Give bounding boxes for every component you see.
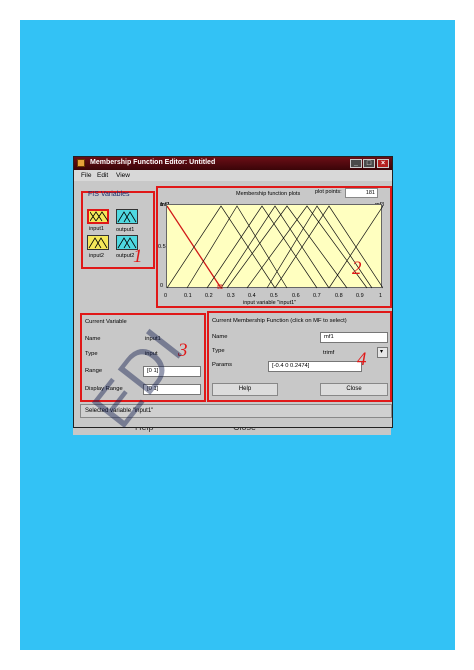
cv-type-label: Type xyxy=(85,351,98,357)
menu-file[interactable]: File xyxy=(81,172,91,179)
x-tick-0: 0 xyxy=(164,293,168,299)
mf-name-input[interactable]: mf1 xyxy=(320,332,388,343)
plot-xlabel: input variable "input1" xyxy=(243,300,297,306)
mf-type-value[interactable]: trimf xyxy=(323,350,334,356)
mf-type-label: Type xyxy=(212,348,225,354)
y-tick-1: 1 xyxy=(160,202,164,208)
plot-points-input[interactable]: 181 xyxy=(345,188,378,198)
x-tick-1: 1 xyxy=(379,293,383,299)
menu-bar: File Edit View xyxy=(74,170,392,181)
membership-function-plot[interactable] xyxy=(166,204,384,290)
plot-title: Membership function plots xyxy=(236,191,301,197)
input1-variable-icon[interactable] xyxy=(87,209,109,224)
mf-type-dropdown-arrow-icon[interactable]: ▾ xyxy=(377,347,388,358)
x-tick-0.2: 0.2 xyxy=(205,293,213,299)
x-tick-0.1: 0.1 xyxy=(184,293,192,299)
x-tick-0.6: 0.6 xyxy=(292,293,300,299)
input1-label: input1 xyxy=(89,226,104,232)
x-tick-0.4: 0.4 xyxy=(248,293,256,299)
mf-curves[interactable] xyxy=(166,205,384,290)
mf-params-label: Params xyxy=(212,362,232,368)
annotation-1: 1 xyxy=(133,246,143,267)
x-tick-0.5: 0.5 xyxy=(270,293,278,299)
window-title: Membership Function Editor: Untitled xyxy=(90,159,216,166)
fis-variables-title: FIS Variables xyxy=(88,191,130,198)
title-bar: Membership Function Editor: Untitled _ □… xyxy=(74,157,392,170)
help-button[interactable]: Help xyxy=(212,383,278,396)
input2-label: input2 xyxy=(89,253,104,259)
close-window-button[interactable]: × xyxy=(377,159,389,168)
current-variable-title: Current Variable xyxy=(85,319,127,325)
mf-params-input[interactable]: [-0.4 0 0.2474] xyxy=(268,361,362,372)
menu-view[interactable]: View xyxy=(116,172,130,179)
minimize-button[interactable]: _ xyxy=(350,159,362,168)
close-button[interactable]: Close xyxy=(320,383,388,396)
output1-variable-icon[interactable] xyxy=(116,209,138,224)
x-tick-0.9: 0.9 xyxy=(356,293,364,299)
y-tick-0.5: 0.5 xyxy=(158,244,166,250)
x-tick-0.3: 0.3 xyxy=(227,293,235,299)
x-tick-0.7: 0.7 xyxy=(313,293,321,299)
annotation-4: 4 xyxy=(357,349,367,370)
cv-name-label: Name xyxy=(85,336,101,342)
menu-edit[interactable]: Edit xyxy=(97,172,108,179)
output2-label: output2 xyxy=(116,253,135,259)
maximize-button[interactable]: □ xyxy=(363,159,375,168)
input2-variable-icon[interactable] xyxy=(87,235,109,250)
mf-name-label: Name xyxy=(212,334,228,340)
output1-label: output1 xyxy=(116,227,135,233)
matlab-app-icon xyxy=(77,159,85,167)
y-tick-0: 0 xyxy=(160,283,164,289)
annotation-2: 2 xyxy=(352,258,362,279)
current-mf-title: Current Membership Function (click on MF… xyxy=(212,318,347,324)
x-tick-0.8: 0.8 xyxy=(335,293,343,299)
plot-points-label: plot points: xyxy=(315,189,342,195)
